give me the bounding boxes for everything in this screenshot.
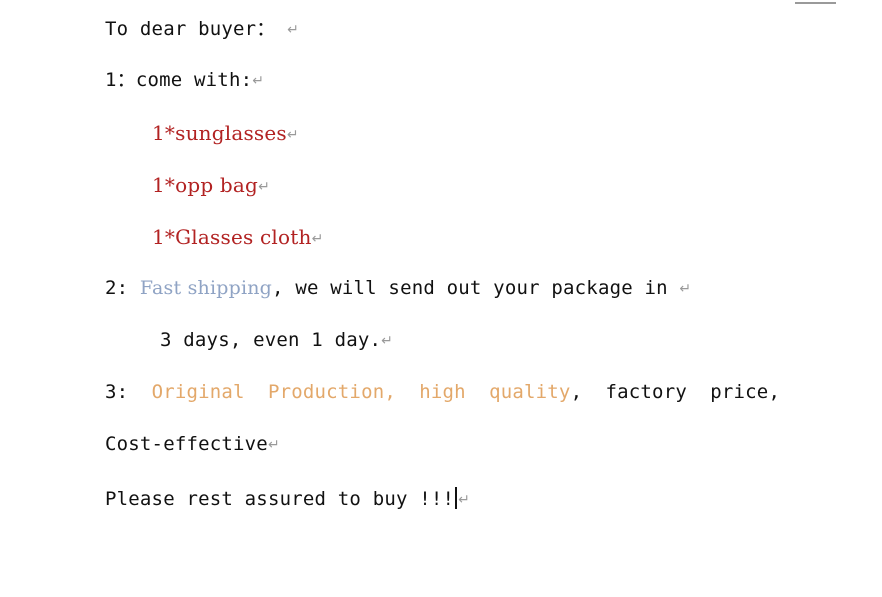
greeting-line[interactable]: To dear buyer： ↵ bbox=[105, 20, 299, 39]
text-run: , we will send out your package in bbox=[272, 277, 680, 299]
paragraph-mark-icon: ↵ bbox=[286, 127, 299, 143]
text-run: Fast shipping bbox=[139, 277, 273, 299]
text-run: Cost-effective bbox=[105, 433, 268, 455]
paragraph-mark-icon: ↵ bbox=[258, 179, 270, 195]
text-run: 1*sunglasses bbox=[152, 121, 287, 145]
paragraph-mark-icon: ↵ bbox=[252, 73, 265, 89]
text-run: 2: bbox=[105, 277, 140, 299]
item-3-quality-line[interactable]: 3: Original Production, high quality, fa… bbox=[105, 383, 780, 402]
bullet-opp-bag-line[interactable]: 1*opp bag↵ bbox=[152, 175, 270, 195]
text-cursor bbox=[455, 487, 458, 509]
cost-effective-line[interactable]: Cost-effective↵ bbox=[105, 435, 280, 454]
text-run: 1*Glasses cloth bbox=[152, 225, 312, 249]
paragraph-mark-icon: ↵ bbox=[287, 22, 300, 38]
text-run: 1：come with: bbox=[105, 69, 253, 91]
item-2-shipping-line[interactable]: 2: Fast shipping, we will send out your … bbox=[105, 279, 691, 298]
text-run: To dear buyer： bbox=[105, 18, 288, 40]
paragraph-mark-icon: ↵ bbox=[381, 333, 394, 349]
paragraph-mark-icon: ↵ bbox=[311, 231, 324, 247]
bullet-glasses-cloth-line[interactable]: 1*Glasses cloth↵ bbox=[152, 227, 324, 247]
bullet-sunglasses-line[interactable]: 1*sunglasses↵ bbox=[152, 123, 299, 143]
text-run: , factory price, bbox=[570, 381, 781, 403]
text-run: 3: bbox=[105, 381, 152, 403]
paragraph-mark-icon: ↵ bbox=[679, 281, 692, 297]
document-text-area[interactable]: To dear buyer： ↵ 1：come with:↵ 1*sunglasse… bbox=[0, 0, 882, 597]
paragraph-mark-icon: ↵ bbox=[267, 437, 280, 453]
item-1-heading-line[interactable]: 1：come with:↵ bbox=[105, 71, 264, 90]
paragraph-mark-icon: ↵ bbox=[458, 492, 471, 508]
shipping-days-line[interactable]: 3 days, even 1 day.↵ bbox=[160, 331, 393, 350]
text-run: 1*opp bag bbox=[152, 173, 259, 197]
closing-line[interactable]: Please rest assured to buy !!! ↵ bbox=[105, 487, 470, 509]
text-run: Original Production, high quality bbox=[151, 381, 571, 403]
text-run: 3 days, even 1 day. bbox=[160, 329, 382, 351]
text-run: Please rest assured to buy !!! bbox=[105, 488, 455, 510]
